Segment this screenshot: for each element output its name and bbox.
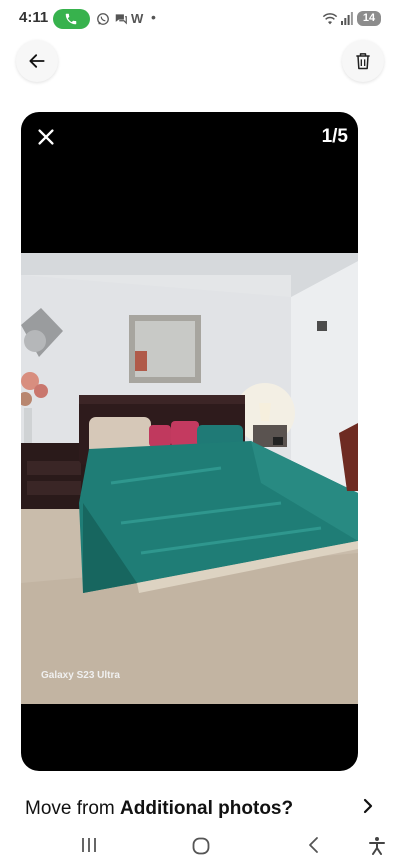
chat-bubbles-icon (115, 14, 127, 25)
bedroom-photo (21, 253, 358, 704)
accessibility-icon[interactable] (368, 836, 386, 856)
clock: 4:11 (19, 9, 49, 26)
status-bar: 4:11 W • 14 (0, 0, 400, 38)
photo-viewer[interactable]: 1/5 Galaxy S23 Ultra (21, 112, 358, 771)
home-icon[interactable] (191, 836, 211, 856)
back-icon[interactable] (306, 836, 322, 854)
navigation-bar (0, 826, 400, 867)
move-photo-prompt[interactable]: Move from Additional photos? (25, 798, 293, 820)
prompt-album: Additional photos (120, 798, 282, 819)
photo-watermark: Galaxy S23 Ultra (41, 670, 120, 681)
prompt-suffix: ? (281, 798, 294, 819)
arrow-left-icon (29, 54, 45, 68)
ongoing-call-indicator[interactable] (53, 9, 90, 29)
wifi-icon (322, 13, 338, 25)
trash-icon (356, 53, 370, 70)
whatsapp-icon (97, 13, 109, 25)
photo-counter: 1/5 (321, 126, 348, 147)
w-notification-icon: W (131, 11, 144, 26)
delete-button[interactable] (342, 40, 384, 82)
close-icon[interactable] (35, 126, 57, 148)
back-button[interactable] (16, 40, 58, 82)
battery-indicator: 14 (357, 11, 381, 26)
prompt-prefix: Move from (25, 798, 121, 819)
chevron-right-icon[interactable] (360, 797, 376, 815)
more-notifications-dot: • (151, 9, 156, 25)
recents-icon[interactable] (80, 836, 98, 854)
signal-icon (341, 12, 353, 25)
phone-icon (65, 13, 77, 25)
